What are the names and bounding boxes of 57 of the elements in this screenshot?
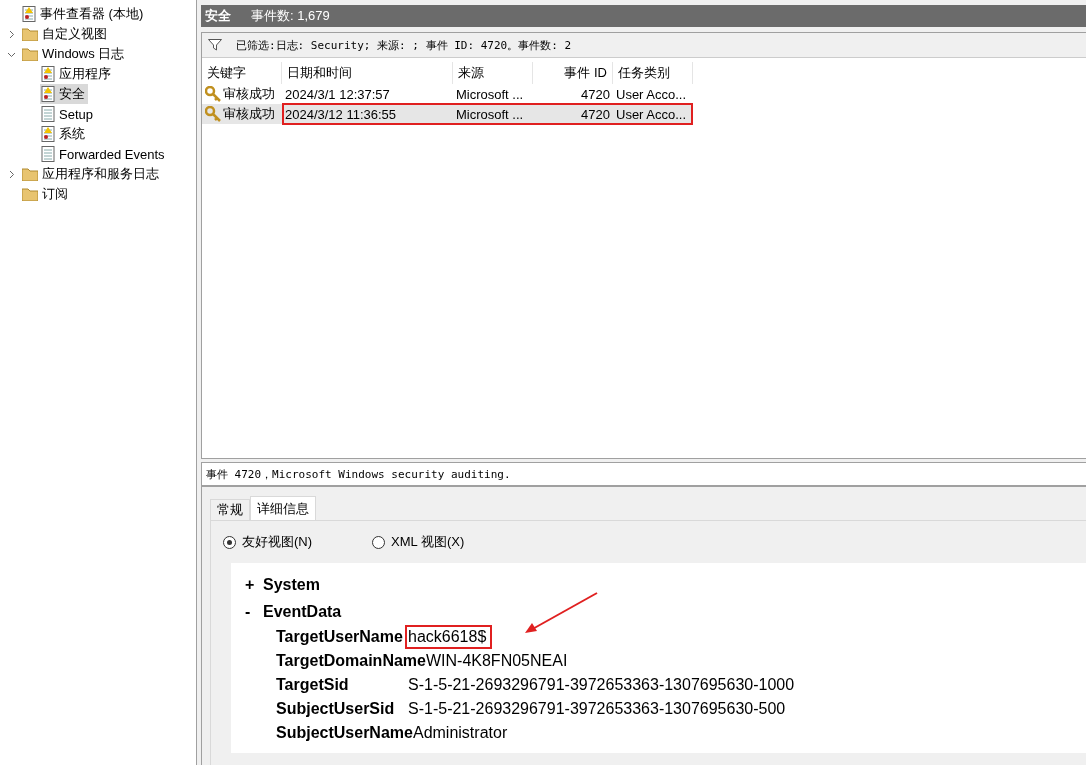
- tree-item[interactable]: 自定义视图: [21, 24, 110, 44]
- section-name: System: [263, 575, 320, 594]
- table-cell-text: User Acco...: [615, 85, 688, 104]
- field-value: S-1-5-21-2693296791-3972653363-1307695630-500: [407, 699, 787, 719]
- warning-log-icon: [41, 86, 55, 102]
- tree-item[interactable]: 订阅: [21, 184, 71, 204]
- tree-item[interactable]: 应用程序和服务日志: [21, 164, 162, 184]
- table-cell-text: 4720: [580, 105, 611, 124]
- radio-button[interactable]: [372, 535, 386, 549]
- tree-item[interactable]: Setup: [40, 104, 96, 124]
- table-cell-text: 2024/3/1 12:37:57: [284, 85, 391, 104]
- field-name: TargetUserName: [276, 628, 404, 646]
- table-cell: 审核成功: [202, 84, 282, 104]
- radio-label[interactable]: XML 视图(X): [391, 533, 465, 551]
- log-icon: [41, 146, 55, 162]
- field-name: SubjectUserName: [276, 724, 413, 742]
- event-count: 事件数: 1,679: [251, 7, 330, 25]
- tree-item[interactable]: 应用程序: [40, 64, 114, 84]
- warning-log-icon: [41, 66, 55, 82]
- radio-button[interactable]: [223, 535, 236, 549]
- log-icon: [41, 106, 55, 122]
- field-name: TargetSid: [276, 676, 350, 694]
- radio-label[interactable]: 友好视图(N): [242, 533, 313, 551]
- table-cell-text: 2024/3/12 11:36:55: [284, 105, 398, 124]
- tab[interactable]: 详细信息: [250, 496, 316, 520]
- tree-item[interactable]: Forwarded Events: [40, 144, 168, 164]
- expand-sign[interactable]: -: [245, 602, 253, 621]
- folder-icon: [22, 47, 38, 61]
- warning-log-icon: [22, 6, 36, 22]
- section-name: EventData: [263, 602, 342, 621]
- key-icon: [205, 86, 221, 102]
- table-cell-text: 4720: [580, 85, 611, 104]
- folder-icon: [22, 27, 38, 41]
- table-cell-text: User Acco...: [615, 105, 688, 124]
- field-value: S-1-5-21-2693296791-3972653363-1307695630-1000: [407, 675, 796, 695]
- tree-item[interactable]: 安全: [40, 84, 88, 104]
- table-cell-text: Microsoft ...: [455, 85, 525, 104]
- arrow-icon: [523, 591, 599, 635]
- filter-text: 已筛选:日志: Security; 来源: ; 事件 ID: 4720。事件数: 2: [236, 37, 572, 53]
- expand-sign[interactable]: +: [245, 575, 253, 594]
- event-title: 事件 4720，Microsoft Windows security auditing.: [202, 463, 1086, 487]
- key-icon: [205, 106, 221, 122]
- field-name: SubjectUserSid: [276, 700, 396, 718]
- folder-icon: [22, 167, 38, 181]
- folder-icon: [22, 187, 38, 201]
- table-cell-text: Microsoft ...: [455, 105, 525, 124]
- table-cell: 审核成功: [202, 104, 282, 124]
- tab[interactable]: 常规: [210, 499, 250, 520]
- field-value: hack6618$: [405, 625, 493, 649]
- tree-item[interactable]: 系统: [40, 124, 88, 144]
- field-name: TargetDomainName: [276, 652, 426, 670]
- tree-item[interactable]: 事件查看器 (本地): [21, 4, 147, 24]
- table-row[interactable]: 审核成功 2024/3/12 11:36:55 Microsoft ... 4720 User Acco...: [202, 104, 693, 124]
- funnel-icon: [208, 39, 222, 51]
- log-title: 安全: [205, 7, 231, 25]
- warning-log-icon: [41, 126, 55, 142]
- tree-item[interactable]: Windows 日志: [21, 44, 128, 64]
